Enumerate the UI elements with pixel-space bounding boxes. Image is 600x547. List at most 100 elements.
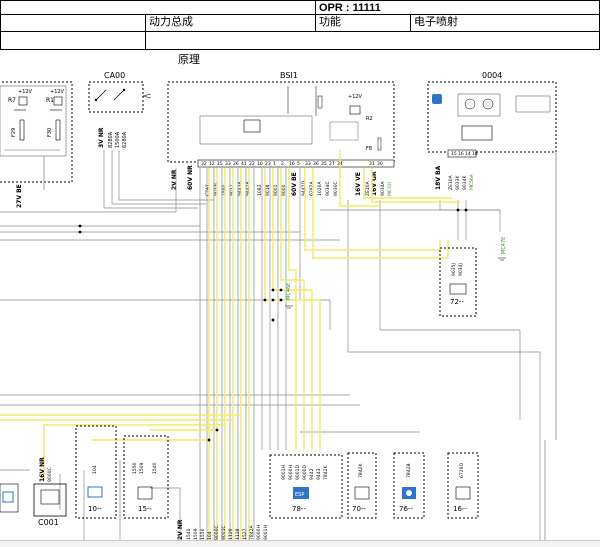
component-78: 9001H 9000H 9001D 9000D 9442 9443 7842K …: [269, 454, 343, 519]
f8-label: F8: [366, 146, 372, 152]
wire-18vba-label: 18V BA: [435, 165, 442, 190]
c70-label: 70--: [352, 505, 366, 513]
svg-text:1550: 1550: [200, 528, 206, 540]
r1-label: R1: [46, 97, 54, 104]
esp-label: ESP: [295, 492, 304, 498]
svg-text:9000C: 9000C: [47, 467, 53, 482]
svg-text:1540: 1540: [152, 462, 158, 474]
svg-text:9443: 9443: [316, 468, 322, 480]
svg-text:16: 16: [458, 151, 464, 157]
svg-text:C7A1: C7A1: [205, 184, 211, 196]
svg-text:35: 35: [321, 161, 327, 167]
svg-text:2: 2: [281, 161, 284, 167]
svg-text:12: 12: [209, 161, 215, 167]
battery-icon: [87, 486, 103, 498]
svg-text:9001C: 9001C: [221, 525, 227, 540]
svg-text:41: 41: [241, 161, 247, 167]
svg-text:33: 33: [305, 161, 311, 167]
wire-2vnr-label: 2V NR: [171, 169, 178, 190]
wire-2vnr-b-label: 2V NR: [177, 519, 184, 540]
svg-text:14: 14: [465, 151, 471, 157]
svg-text:10: 10: [257, 161, 263, 167]
svg-text:1509: 1509: [139, 462, 145, 474]
fuse-f8-icon: [377, 137, 382, 151]
svg-text:6729D: 6729D: [459, 463, 465, 478]
svg-text:36: 36: [313, 161, 319, 167]
c10-label: 10--: [88, 505, 102, 513]
svg-text:9442: 9442: [309, 468, 315, 480]
wire-16vnr-label: 16V NR: [39, 457, 46, 482]
relay-r1-icon: [53, 96, 63, 106]
brake-switch-icon: [354, 486, 370, 500]
svg-text:31: 31: [369, 161, 375, 167]
component-c001: 16V NR 9000C C001: [0, 457, 67, 527]
f30-label: F30: [47, 128, 53, 137]
svg-text:23: 23: [265, 161, 271, 167]
svg-text:1129: 1129: [228, 528, 234, 540]
sensor-72-icon: [449, 283, 467, 295]
svg-text:6280A: 6280A: [122, 131, 128, 148]
svg-text:MC33I: MC33I: [387, 182, 393, 196]
ground-icon-mc47: [498, 257, 506, 261]
ca00-label: CA00: [104, 71, 125, 80]
svg-text:1128: 1128: [235, 528, 241, 540]
fuse-f29-icon: [19, 119, 25, 141]
c72-label: 72--: [450, 298, 464, 306]
svg-text:9034A: 9034A: [380, 181, 386, 196]
svg-text:15: 15: [451, 151, 457, 157]
fuse-f30-icon: [55, 119, 61, 141]
c001-label: C001: [38, 518, 59, 527]
wire-16vve-label: 16V VE: [355, 172, 362, 196]
component-70: 7842K 70--: [347, 452, 377, 519]
bottom-wire-labels: 2V NR 1540 1509 1550 104 9000C 9001C 112…: [177, 519, 269, 540]
svg-text:26: 26: [233, 161, 239, 167]
svg-text:9034J: 9034J: [458, 263, 464, 276]
svg-text:1550: 1550: [132, 462, 138, 474]
svg-text:9030C: 9030C: [333, 181, 339, 196]
relay-r7-icon: [18, 96, 28, 106]
svg-text:9442D: 9442D: [301, 181, 307, 196]
svg-text:9034K: 9034K: [462, 175, 468, 190]
sensor-15-icon: [137, 486, 153, 500]
wire-27vbe-label: 27V BE: [16, 184, 23, 208]
v12-label-b: +12V: [50, 89, 65, 95]
diag-connector-icon: [40, 489, 60, 505]
r7-label: R7: [8, 97, 16, 104]
svg-text:MC56A: MC56A: [469, 173, 475, 190]
relay-r2-icon: [349, 105, 361, 115]
wire-3vnr-label: 3V NR: [98, 127, 105, 148]
svg-text:18: 18: [472, 151, 478, 157]
svg-text:6292A: 6292A: [309, 181, 315, 196]
svg-text:9001D: 9001D: [295, 465, 301, 480]
component-76: 7842B 76--: [393, 452, 425, 519]
f29-label: F29: [11, 128, 17, 137]
fuel-pump-icon: [2, 491, 14, 503]
svg-text:33: 33: [225, 161, 231, 167]
c16-label: 16--: [453, 505, 467, 513]
svg-text:7842K: 7842K: [358, 463, 364, 478]
component-ca00: CA00 3V NR 8280A 1500A 6280A: [88, 71, 152, 148]
sensor-16-icon: [455, 486, 471, 500]
svg-text:9001H: 9001H: [263, 525, 269, 540]
svg-text:9035J: 9035J: [451, 263, 457, 276]
fuse-box-left: +12V +12V R7 R1 F29 F30 27V BE: [0, 81, 73, 208]
svg-text:1500A: 1500A: [115, 131, 121, 148]
svg-text:32: 32: [201, 161, 207, 167]
component-16: 6729D 16--: [447, 452, 479, 519]
svg-text:22: 22: [249, 161, 255, 167]
svg-text:9033K: 9033K: [455, 175, 461, 190]
svg-text:1540: 1540: [186, 528, 192, 540]
component-15: 1550 1509 1540 15--: [123, 435, 169, 519]
bsi-chip-icon: [243, 119, 261, 133]
engine-warning-icon: [432, 94, 442, 104]
instrument-module-icon: [461, 125, 493, 141]
component-0004: 0004 15 16 14 18 18V BA ZE10A 9033K 9034K M…: [427, 71, 557, 190]
svg-text:15: 15: [217, 161, 223, 167]
v12-label-a: +12V: [18, 89, 33, 95]
c78-label: 78--: [292, 505, 306, 513]
r2-label: R2: [366, 116, 373, 122]
svg-text:9000H: 9000H: [288, 465, 294, 480]
svg-text:8280A: 8280A: [108, 131, 114, 148]
gray-wires: [0, 150, 541, 540]
svg-text:30: 30: [377, 161, 383, 167]
